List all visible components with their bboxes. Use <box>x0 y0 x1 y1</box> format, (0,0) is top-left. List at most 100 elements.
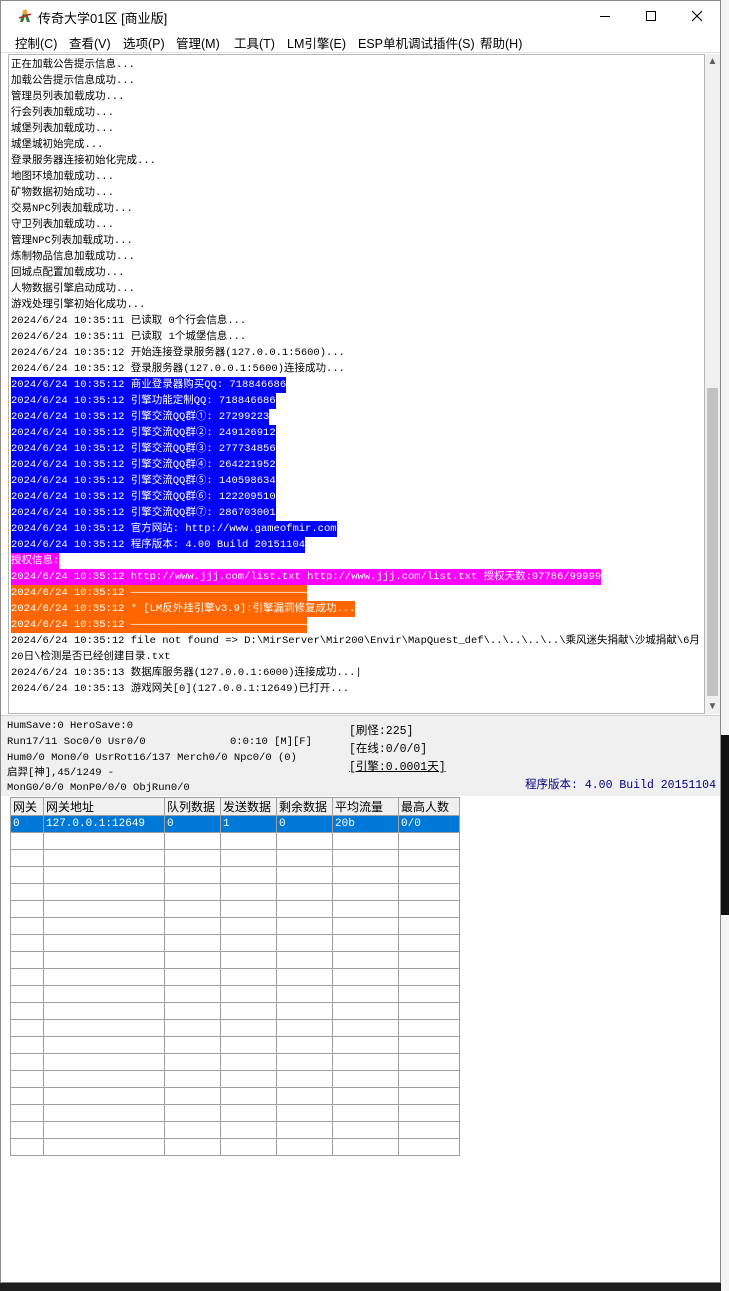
table-cell <box>220 968 277 986</box>
table-cell <box>164 1036 221 1054</box>
table-cell <box>164 968 221 986</box>
minimize-icon <box>600 16 610 17</box>
table-row-empty[interactable] <box>10 1019 460 1037</box>
log-line: 2024/6/24 10:35:12 商业登录器购买QQ: 718846686 <box>11 377 287 393</box>
table-row-empty[interactable] <box>10 900 460 918</box>
table-cell <box>332 849 399 867</box>
menu-options[interactable]: 选项(P) <box>123 33 165 52</box>
table-row-empty[interactable] <box>10 883 460 901</box>
table-cell <box>398 1070 460 1088</box>
table-cell <box>10 900 44 918</box>
scroll-down-icon[interactable]: ▼ <box>705 701 720 712</box>
table-cell: 0 <box>10 815 44 833</box>
table-row-empty[interactable] <box>10 832 460 850</box>
column-header[interactable]: 平均流量 <box>332 797 399 816</box>
log-line: 回城点配置加载成功... <box>11 267 125 279</box>
table-row-empty[interactable] <box>10 866 460 884</box>
table-row-empty[interactable] <box>10 1053 460 1071</box>
table-cell <box>332 1053 399 1071</box>
background-window-edge <box>721 735 729 915</box>
minimize-button[interactable] <box>582 1 628 31</box>
menu-view[interactable]: 查看(V) <box>69 33 111 52</box>
table-row-empty[interactable] <box>10 985 460 1003</box>
table-cell <box>10 1002 44 1020</box>
table-cell <box>43 917 165 935</box>
column-header[interactable]: 网关 <box>10 797 44 816</box>
table-cell <box>332 866 399 884</box>
table-cell <box>332 1070 399 1088</box>
menu-help[interactable]: 帮助(H) <box>480 33 522 52</box>
table-cell <box>220 1138 277 1156</box>
table-cell <box>164 1104 221 1122</box>
log-scrollbar[interactable]: ▲ ▼ <box>705 54 720 714</box>
column-header[interactable]: 最高人数 <box>398 797 460 816</box>
table-cell <box>398 1036 460 1054</box>
table-row-empty[interactable] <box>10 1104 460 1122</box>
table-cell <box>43 866 165 884</box>
column-header[interactable]: 网关地址 <box>43 797 165 816</box>
table-cell <box>43 1053 165 1071</box>
menu-control[interactable]: 控制(C) <box>15 33 57 52</box>
table-row-empty[interactable] <box>10 968 460 986</box>
table-cell <box>164 1019 221 1037</box>
title-bar[interactable]: 传奇大学01区 [商业版] <box>1 1 720 31</box>
table-row-empty[interactable] <box>10 1121 460 1139</box>
log-line: 2024/6/24 10:35:13 游戏网关[0](127.0.0.1:126… <box>11 683 350 695</box>
menu-lm-engine[interactable]: LM引擎(E) <box>287 33 346 52</box>
menu-manage[interactable]: 管理(M) <box>176 33 220 52</box>
table-row[interactable]: 0 127.0.0.1:12649 0 1 0 20b 0/0 <box>10 815 460 833</box>
table-row-empty[interactable] <box>10 1070 460 1088</box>
table-cell <box>332 900 399 918</box>
menu-esp-plugin[interactable]: ESP单机调试插件(S) <box>358 33 475 52</box>
scroll-up-icon[interactable]: ▲ <box>705 56 720 67</box>
table-row-empty[interactable] <box>10 1087 460 1105</box>
log-line: 2024/6/24 10:35:12 引擎交流QQ群⑤: 140598634 <box>11 473 276 489</box>
status-engine-link[interactable]: [引擎:0.0001天] <box>349 758 446 774</box>
table-cell <box>220 1053 277 1071</box>
table-cell <box>276 1121 333 1139</box>
maximize-button[interactable] <box>628 1 674 31</box>
table-cell <box>276 1019 333 1037</box>
table-row-empty[interactable] <box>10 917 460 935</box>
table-row-empty[interactable] <box>10 1138 460 1156</box>
log-line: 2024/6/24 10:35:12 http://www.jjj.com/li… <box>11 569 602 585</box>
window-title: 传奇大学01区 [商业版] <box>38 11 168 26</box>
app-window: 传奇大学01区 [商业版] 控制(C) 查看(V) 选项(P) 管理(M) 工具… <box>0 0 721 1283</box>
server-log[interactable]: 正在加载公告提示信息... 加载公告提示信息成功... 管理员列表加载成功... 行会… <box>8 54 705 714</box>
scroll-thumb[interactable] <box>707 388 718 696</box>
table-cell <box>220 1036 277 1054</box>
table-row-empty[interactable] <box>10 934 460 952</box>
table-cell <box>398 985 460 1003</box>
table-cell <box>276 832 333 850</box>
table-cell <box>276 1036 333 1054</box>
table-cell <box>220 1121 277 1139</box>
column-header[interactable]: 发送数据 <box>220 797 277 816</box>
table-cell <box>10 934 44 952</box>
table-cell <box>398 917 460 935</box>
menu-tools[interactable]: 工具(T) <box>234 33 275 52</box>
log-line: 2024/6/24 10:35:12 开始连接登录服务器(127.0.0.1:5… <box>11 347 345 359</box>
table-row-empty[interactable] <box>10 951 460 969</box>
table-row-empty[interactable] <box>10 849 460 867</box>
column-header[interactable]: 剩余数据 <box>276 797 333 816</box>
table-cell <box>220 832 277 850</box>
table-row-empty[interactable] <box>10 1036 460 1054</box>
log-line: 城堡城初始完成... <box>11 139 104 151</box>
maximize-icon <box>646 11 656 21</box>
log-line: 正在加载公告提示信息... <box>11 59 135 71</box>
table-cell <box>220 951 277 969</box>
log-line: 登录服务器连接初始化完成... <box>11 155 156 167</box>
status-panel: HumSave:0 HeroSave:0 Run17/11 Soc0/0 Usr… <box>1 715 720 796</box>
table-cell <box>276 934 333 952</box>
log-line: 交易NPC列表加载成功... <box>11 203 133 215</box>
status-map: 启羿[神],45/1249 - <box>7 767 115 779</box>
log-line: 地图环境加载成功... <box>11 171 114 183</box>
log-line: 2024/6/24 10:35:13 数据库服务器(127.0.0.1:6000… <box>11 667 362 679</box>
close-button[interactable] <box>674 1 720 31</box>
table-row-empty[interactable] <box>10 1002 460 1020</box>
column-header[interactable]: 队列数据 <box>164 797 221 816</box>
table-cell <box>220 1087 277 1105</box>
table-cell: 0/0 <box>398 815 460 833</box>
menu-bar: 控制(C) 查看(V) 选项(P) 管理(M) 工具(T) LM引擎(E) ES… <box>1 31 720 53</box>
table-cell <box>43 968 165 986</box>
